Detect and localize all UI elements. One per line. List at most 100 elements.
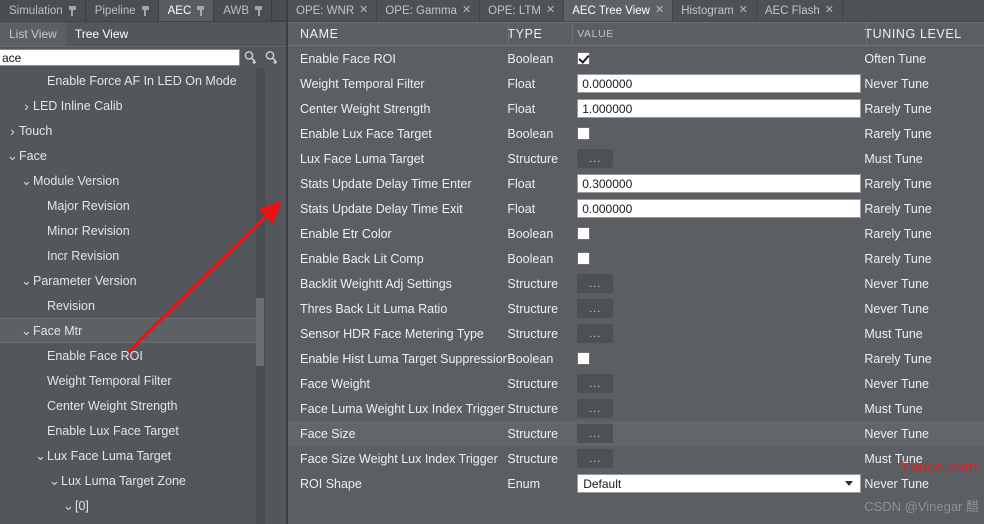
column-divider[interactable] — [866, 23, 867, 45]
table-row[interactable]: Center Weight Strength Float 1.000000 Rarel… — [288, 96, 984, 121]
open-structure-button[interactable]: ... — [577, 299, 614, 318]
parameter-tree[interactable]: Enable Force AF In LED On Mode › LED Inlin… — [0, 68, 286, 524]
module-tab-label: AWB — [223, 4, 250, 17]
parameter-grid[interactable]: Enable Face ROI Boolean Often Tune Weight T… — [288, 46, 984, 524]
column-header-type[interactable]: TYPE — [507, 27, 571, 41]
value-dropdown[interactable]: Default — [577, 474, 862, 493]
pin-icon[interactable] — [197, 5, 205, 16]
tree-node[interactable]: Enable Lux Face Target — [0, 418, 256, 443]
chevron-down-icon[interactable] — [845, 481, 854, 486]
tree-node[interactable]: Enable Face ROI — [0, 343, 256, 368]
column-header-value[interactable]: VALUE — [571, 28, 864, 40]
chevron-down-icon[interactable]: ⌄ — [20, 274, 33, 287]
tree-node[interactable]: Weight Temporal Filter — [0, 368, 256, 393]
module-tab-awb[interactable]: AWB — [214, 0, 273, 21]
tree-node[interactable]: ⌄ [0] — [0, 493, 256, 518]
chevron-down-icon[interactable]: ⌄ — [20, 174, 33, 187]
close-icon[interactable]: ✕ — [655, 5, 664, 16]
value-textbox[interactable]: 1.000000 — [577, 99, 862, 118]
column-divider[interactable] — [508, 23, 509, 45]
chevron-down-icon[interactable]: ⌄ — [6, 149, 19, 162]
table-row[interactable]: Thres Back Lit Luma Ratio Structure... Nev… — [288, 296, 984, 321]
table-row[interactable]: Stats Update Delay Time Enter Float 0.3000… — [288, 171, 984, 196]
table-row[interactable]: Enable Etr Color Boolean Rarely Tune — [288, 221, 984, 246]
chevron-down-icon[interactable]: ⌄ — [48, 474, 61, 487]
value-checkbox[interactable] — [577, 252, 591, 265]
tree-node[interactable]: ⌄ Face — [0, 143, 256, 168]
open-structure-button[interactable]: ... — [577, 399, 614, 418]
cell-type: Structure — [507, 401, 559, 416]
tab-list-view[interactable]: List View — [0, 22, 66, 46]
table-row[interactable]: Stats Update Delay Time Exit Float 0.00000… — [288, 196, 984, 221]
tree-node[interactable]: › Touch — [0, 118, 256, 143]
value-checkbox[interactable] — [577, 227, 591, 240]
close-icon[interactable]: ✕ — [739, 5, 748, 16]
table-row[interactable]: Enable Lux Face Target Boolean Rarely Tune — [288, 121, 984, 146]
module-tab-aec[interactable]: AEC — [158, 0, 215, 21]
module-tab-pipeline[interactable]: Pipeline — [85, 0, 159, 21]
close-icon[interactable]: ✕ — [546, 5, 555, 16]
open-structure-button[interactable]: ... — [577, 149, 614, 168]
tree-node[interactable]: Minor Revision — [0, 218, 256, 243]
table-row[interactable]: Face Size Weight Lux Index Trigger Struct… — [288, 446, 984, 471]
table-row[interactable]: Lux Face Luma Target Structure... Must Tun… — [288, 146, 984, 171]
table-row[interactable]: Backlit Weightt Adj Settings Structure...… — [288, 271, 984, 296]
table-row[interactable]: Face Size Structure... Never Tune — [288, 421, 984, 446]
table-row[interactable]: Enable Hist Luma Target Suppression Boole… — [288, 346, 984, 371]
chevron-down-icon[interactable]: ⌄ — [34, 449, 47, 462]
pin-icon[interactable] — [141, 5, 149, 16]
tree-node[interactable]: Incr Revision — [0, 243, 256, 268]
table-row[interactable]: Enable Back Lit Comp Boolean Rarely Tune — [288, 246, 984, 271]
search-input[interactable] — [0, 49, 240, 66]
tree-node[interactable]: Major Revision — [0, 193, 256, 218]
value-checkbox[interactable] — [577, 127, 591, 140]
table-row[interactable]: Weight Temporal Filter Float 0.000000 Never… — [288, 71, 984, 96]
module-tab-simulation[interactable]: Simulation — [0, 0, 86, 21]
table-row[interactable]: Face Weight Structure... Never Tune — [288, 371, 984, 396]
open-structure-button[interactable]: ... — [577, 374, 614, 393]
pin-icon[interactable] — [255, 5, 263, 16]
document-tab[interactable]: OPE: WNR ✕ — [288, 0, 378, 21]
tree-node[interactable]: Center Weight Strength — [0, 393, 256, 418]
value-textbox[interactable]: 0.000000 — [577, 74, 862, 93]
table-row[interactable]: ROI Shape Enum Default Never Tune — [288, 471, 984, 496]
document-tab[interactable]: OPE: LTM ✕ — [480, 0, 565, 21]
tree-node[interactable]: ⌄ Lux Luma Target Zone — [0, 468, 256, 493]
table-row[interactable]: Sensor HDR Face Metering Type Structure..… — [288, 321, 984, 346]
tree-node[interactable]: Enable Force AF In LED On Mode — [0, 68, 256, 93]
column-header-name[interactable]: NAME — [288, 27, 507, 41]
document-tab[interactable]: OPE: Gamma ✕ — [377, 0, 481, 21]
open-structure-button[interactable]: ... — [577, 424, 614, 443]
open-structure-button[interactable]: ... — [577, 324, 614, 343]
chevron-right-icon[interactable]: › — [6, 123, 19, 139]
tree-node[interactable]: ⌄ Lux Face Luma Target — [0, 443, 256, 468]
value-textbox[interactable]: 0.300000 — [577, 174, 862, 193]
search-down-icon[interactable] — [261, 48, 282, 67]
chevron-right-icon[interactable]: › — [20, 98, 33, 114]
tree-node[interactable]: › LED Inline Calib — [0, 93, 256, 118]
table-row[interactable]: Enable Face ROI Boolean Often Tune — [288, 46, 984, 71]
close-icon[interactable]: ✕ — [825, 5, 834, 16]
open-structure-button[interactable]: ... — [577, 449, 614, 468]
column-divider[interactable] — [572, 23, 573, 45]
value-checkbox[interactable] — [577, 52, 591, 65]
tree-node[interactable]: ⌄ Module Version — [0, 168, 256, 193]
document-tab[interactable]: AEC Flash ✕ — [756, 0, 843, 21]
table-row[interactable]: Face Luma Weight Lux Index Trigger Struct… — [288, 396, 984, 421]
tree-node[interactable]: ⌄ Parameter Version — [0, 268, 256, 293]
chevron-down-icon[interactable]: ⌄ — [62, 499, 75, 512]
value-textbox[interactable]: 0.000000 — [577, 199, 862, 218]
document-tab[interactable]: Histogram ✕ — [673, 0, 757, 21]
chevron-down-icon[interactable]: ⌄ — [20, 324, 33, 337]
open-structure-button[interactable]: ... — [577, 274, 614, 293]
search-up-icon[interactable] — [240, 48, 261, 67]
close-icon[interactable]: ✕ — [359, 5, 368, 16]
tree-node[interactable]: Revision — [0, 293, 256, 318]
tree-node[interactable]: ⌄ Face Mtr — [0, 318, 256, 343]
pin-icon[interactable] — [68, 5, 76, 16]
close-icon[interactable]: ✕ — [462, 5, 471, 16]
value-checkbox[interactable] — [577, 352, 591, 365]
column-header-tuning-level[interactable]: TUNING LEVEL — [864, 27, 984, 41]
tab-tree-view[interactable]: Tree View — [66, 22, 137, 46]
document-tab[interactable]: AEC Tree View ✕ — [564, 0, 674, 21]
